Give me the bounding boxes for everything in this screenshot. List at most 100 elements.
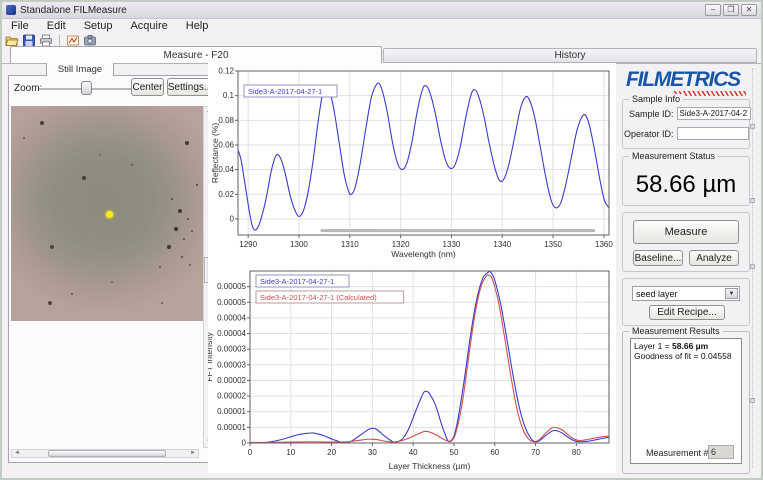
minimize-icon[interactable]: – [705,4,721,16]
svg-text:1350: 1350 [544,240,562,249]
reflectance-chart: 1290 1300 1310 1320 1330 1340 1350 1360 0 0.02 0.0… [208,63,616,261]
svg-text:Side3-A-2017-04-27-1: Side3-A-2017-04-27-1 [248,87,322,96]
svg-text:0.00001: 0.00001 [217,423,246,432]
measurement-number-label: Measurement # [646,448,709,458]
right-panel: FILMETRICS Sample Info Sample ID: Operat… [618,63,751,475]
svg-text:0.00005: 0.00005 [217,298,246,307]
menu-help[interactable]: Help [177,20,218,32]
svg-text:0.00001: 0.00001 [217,407,246,416]
svg-text:0: 0 [230,214,235,223]
measurement-status-title: Measurement Status [629,151,718,161]
svg-text:Reflectance (%): Reflectance (%) [210,123,220,184]
svg-text:40: 40 [409,448,418,457]
close-icon[interactable]: ✕ [741,4,757,16]
result-line-gof: Goodness of fit = 0.04558 [634,351,738,361]
measurement-number-field[interactable] [708,445,734,459]
svg-text:0.00004: 0.00004 [217,313,246,322]
svg-text:0: 0 [248,448,253,457]
edit-recipe-button[interactable]: Edit Recipe... [649,305,725,320]
svg-text:0.02: 0.02 [218,190,234,199]
measurement-results-title: Measurement Results [629,326,723,336]
title-bar: Standalone FILMeasure – ❐ ✕ [2,2,761,19]
svg-text:1300: 1300 [290,240,308,249]
filmetrics-logo: FILMETRICS [626,68,746,96]
measurement-spot-marker [106,211,113,218]
menu-bar: File Edit Setup Acquire Help [2,19,761,33]
measure-page: Still Image Zoom: Center Settings... ▲ ▼ [2,63,761,478]
measure-buttons-group: Measure Baseline... Analyze [622,212,750,272]
svg-text:60: 60 [490,448,499,457]
svg-text:30: 30 [368,448,377,457]
svg-text:Wavelength (nm): Wavelength (nm) [391,249,456,259]
sample-id-label: Sample ID: [629,109,674,119]
svg-text:0.00004: 0.00004 [217,329,246,338]
svg-text:50: 50 [450,448,459,457]
svg-text:1310: 1310 [341,240,359,249]
svg-text:1330: 1330 [443,240,461,249]
svg-text:80: 80 [572,448,581,457]
operator-id-label: Operator ID: [624,129,674,139]
image-horizontal-scrollbar[interactable]: ◄ ► [11,449,199,458]
recipe-group: seed layer ▼ Edit Recipe... [622,278,750,326]
svg-text:0.04: 0.04 [218,165,234,174]
svg-text:FFT Intensity: FFT Intensity [208,332,214,382]
svg-text:0.06: 0.06 [218,140,234,149]
operator-id-field[interactable] [677,127,749,140]
window-title: Standalone FILMeasure [20,5,127,16]
svg-text:0.12: 0.12 [218,67,234,76]
zoom-slider[interactable] [39,80,131,96]
menu-acquire[interactable]: Acquire [121,20,176,32]
measure-button[interactable]: Measure [633,220,739,244]
panel-splitter[interactable] [752,68,755,468]
hscroll-thumb[interactable] [48,450,166,457]
app-window: Standalone FILMeasure – ❐ ✕ File Edit Se… [0,0,763,480]
analyze-button[interactable]: Analyze [689,250,739,266]
sample-id-field[interactable] [677,107,751,120]
sample-info-group: Sample Info Sample ID: Operator ID: [622,99,750,149]
svg-text:10: 10 [286,448,295,457]
svg-text:0: 0 [242,439,247,448]
zoom-slider-thumb[interactable] [81,81,92,95]
recipe-select[interactable]: seed layer ▼ [632,286,740,301]
settings-button[interactable]: Settings... [167,78,213,96]
svg-text:1290: 1290 [239,240,257,249]
tab-still-image[interactable]: Still Image [46,61,114,76]
logo-hatch-decoration [672,91,746,96]
svg-text:Side3-A-2017-04-27-1 (Calculat: Side3-A-2017-04-27-1 (Calculated) [260,293,377,302]
image-specks [11,106,13,108]
chevron-down-icon[interactable]: ▼ [725,288,738,299]
svg-text:0.00002: 0.00002 [217,392,246,401]
app-icon [6,5,16,15]
fft-thickness-chart: 0 10 20 30 40 50 60 70 80 0 0.00001 0.00001 0.00002 0… [208,261,616,473]
measurement-number-row: Measurement # [618,445,751,461]
menu-setup[interactable]: Setup [75,20,122,32]
menu-edit[interactable]: Edit [38,20,75,32]
tab-history[interactable]: History [383,48,757,63]
svg-text:Layer Thickness (µm): Layer Thickness (µm) [389,461,471,471]
svg-text:0.08: 0.08 [218,116,234,125]
svg-text:1340: 1340 [493,240,511,249]
maximize-icon[interactable]: ❐ [723,4,739,16]
still-image[interactable] [11,106,203,321]
baseline-button[interactable]: Baseline... [633,250,683,266]
svg-text:0.00003: 0.00003 [217,360,246,369]
svg-text:1320: 1320 [392,240,410,249]
thickness-readout: 58.66 µm [623,171,749,199]
still-image-panel: Still Image Zoom: Center Settings... ▲ ▼ [8,75,214,463]
tab-measure-f20[interactable]: Measure - F20 [10,46,382,63]
svg-text:0.00005: 0.00005 [217,282,246,291]
svg-text:Side3-A-2017-04-27-1: Side3-A-2017-04-27-1 [260,277,334,286]
charts-area: 1290 1300 1310 1320 1330 1340 1350 1360 0 0.02 0.0… [208,63,616,473]
svg-text:20: 20 [327,448,336,457]
menu-file[interactable]: File [2,20,38,32]
svg-text:0.1: 0.1 [223,91,235,100]
measurement-status-group: Measurement Status 58.66 µm [622,156,750,206]
svg-text:1360: 1360 [595,240,613,249]
sample-info-title: Sample Info [629,94,683,104]
svg-text:70: 70 [531,448,540,457]
svg-text:0.00003: 0.00003 [217,345,246,354]
result-line-thickness: Layer 1 = 58.66 µm [634,341,738,351]
svg-text:0.00002: 0.00002 [217,376,246,385]
center-button[interactable]: Center [131,78,164,96]
toolbar-separator [59,35,60,47]
